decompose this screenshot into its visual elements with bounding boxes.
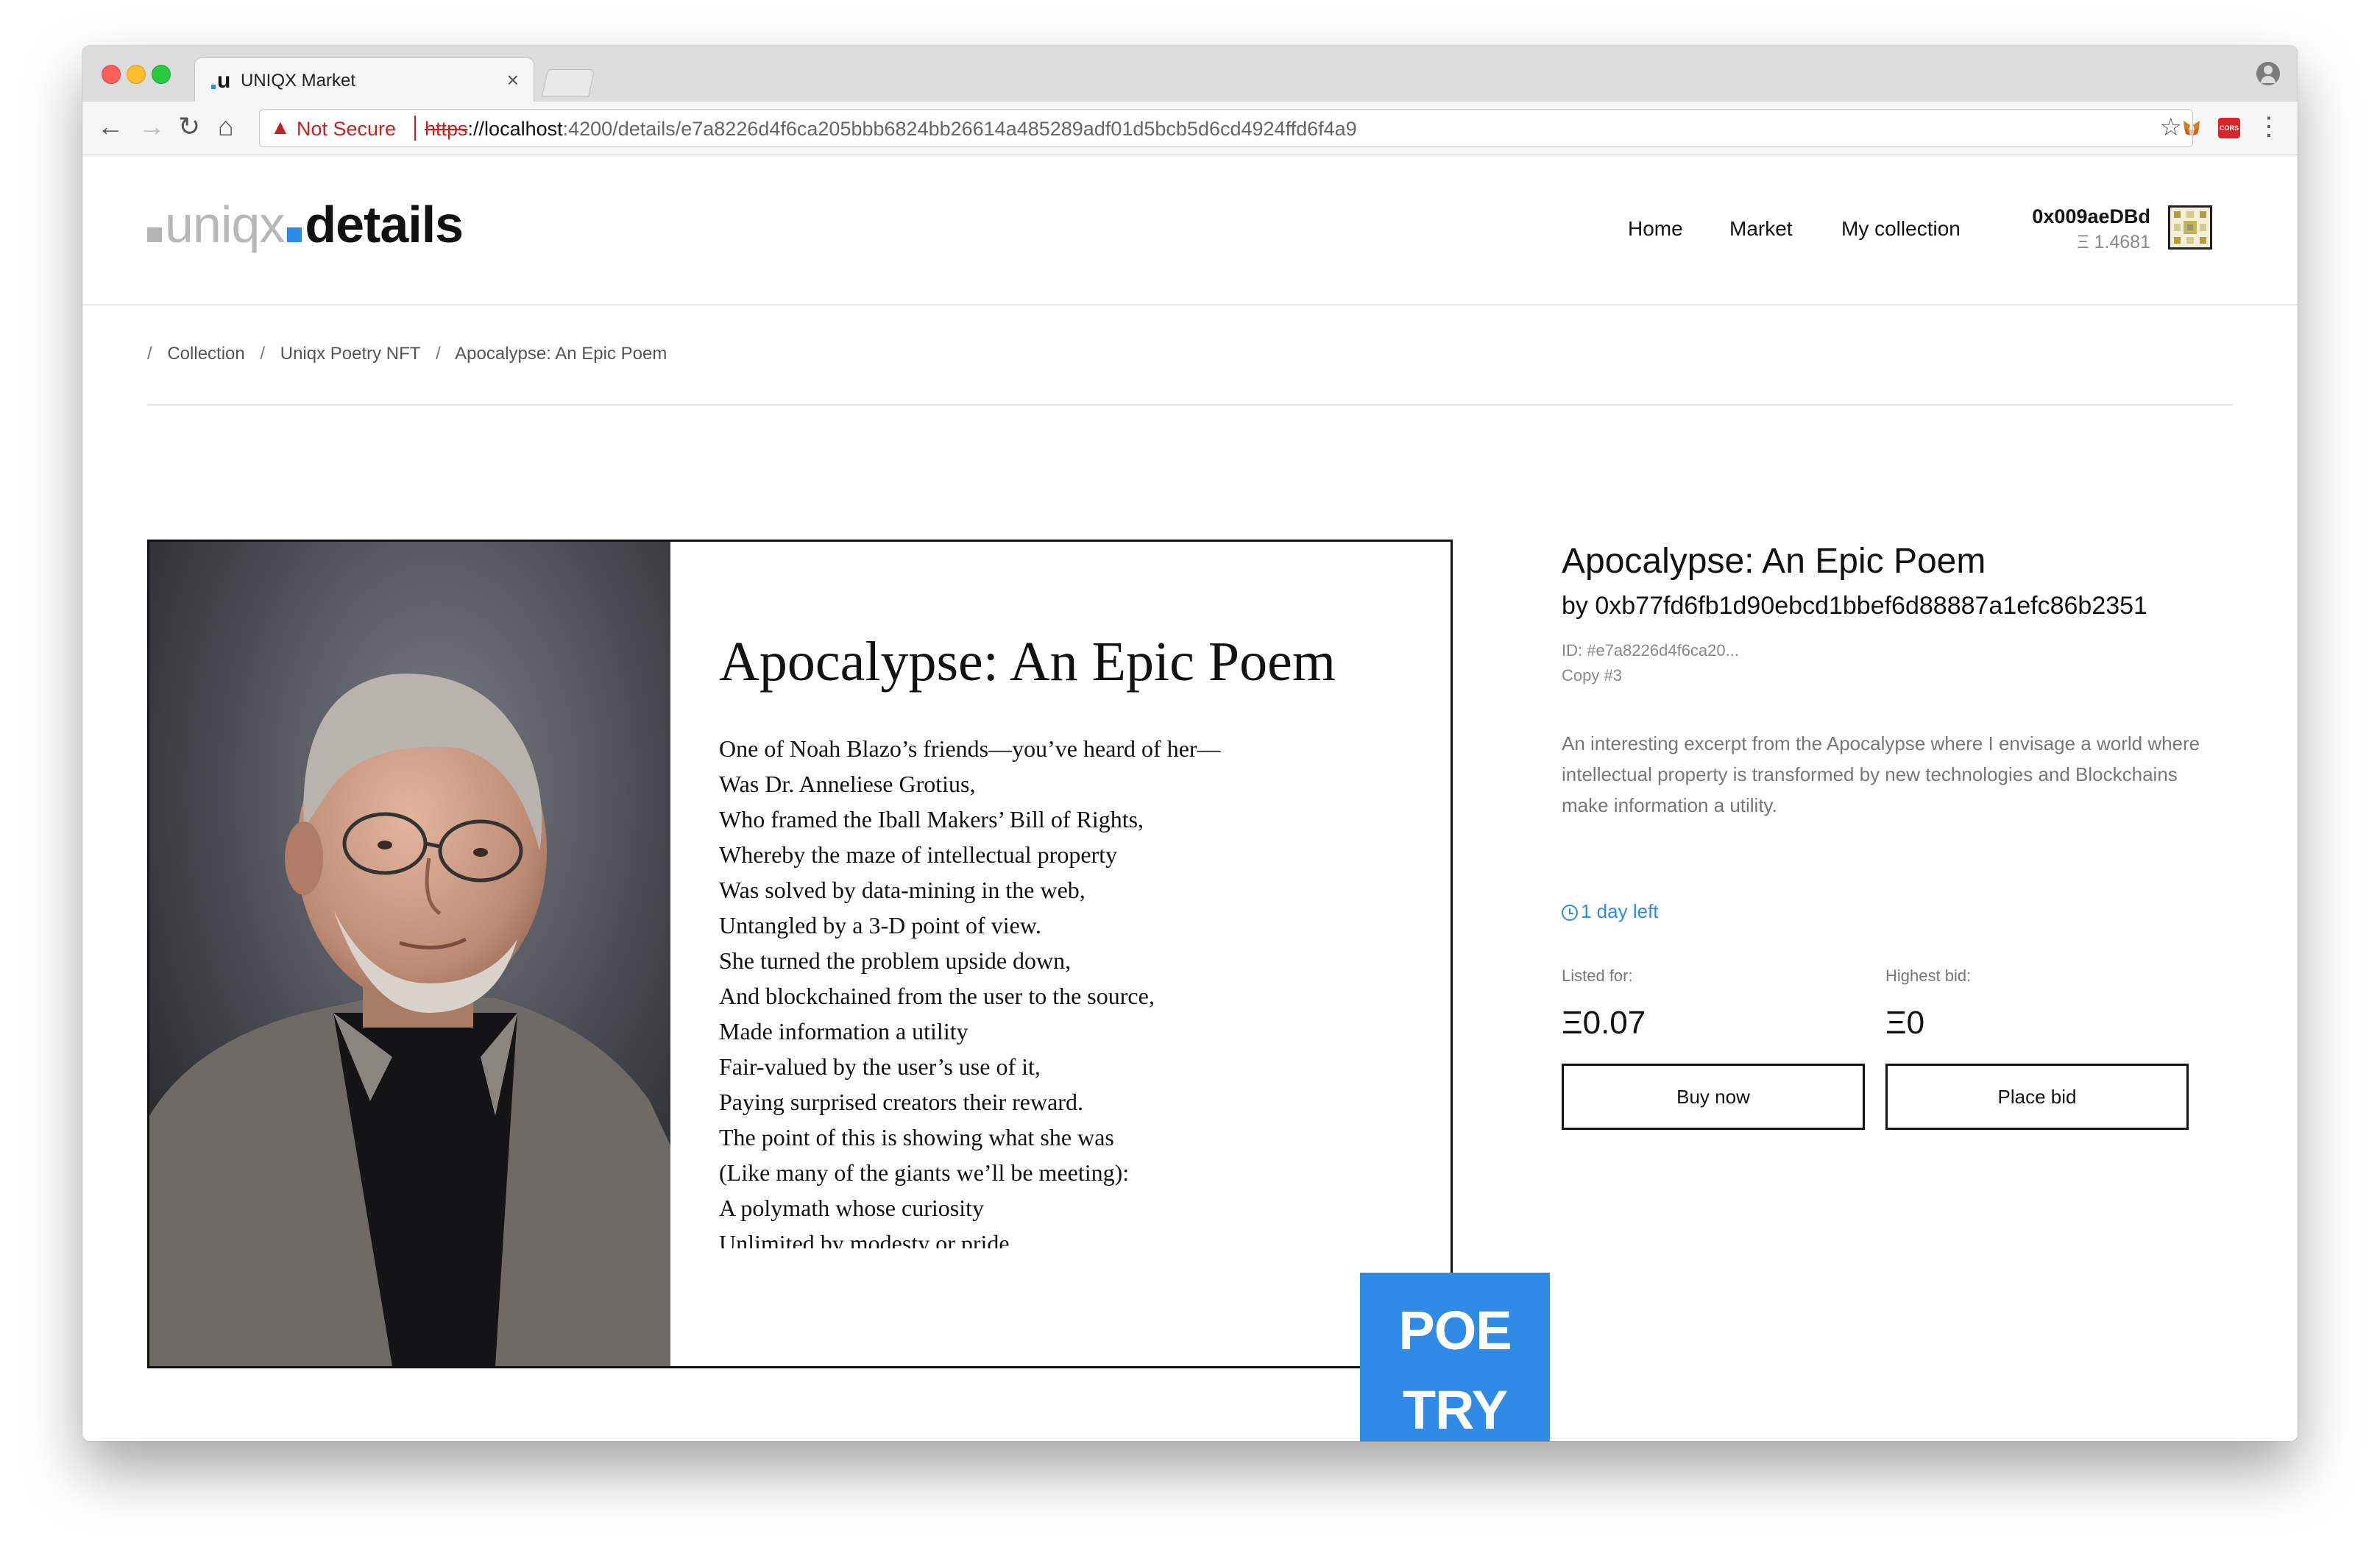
poem-line: Made information a utility bbox=[719, 1018, 968, 1044]
breadcrumb-poetry-nft[interactable]: Uniqx Poetry NFT bbox=[280, 344, 421, 364]
author-portrait bbox=[149, 542, 670, 1366]
poem-line: A polymath whose curiosity bbox=[719, 1195, 984, 1221]
tab-close-icon[interactable]: × bbox=[507, 68, 519, 92]
browser-menu-icon[interactable]: ⋮ bbox=[2256, 113, 2281, 140]
poem-line: Who framed the Iball Makers’ Bill of Rig… bbox=[719, 806, 1144, 832]
poem-line: Untangled by a 3-D point of view. bbox=[719, 912, 1041, 938]
poem-line: Paying surprised creators their reward. bbox=[719, 1089, 1083, 1115]
fullscreen-window-icon[interactable] bbox=[152, 65, 171, 84]
nav-my-collection-link[interactable]: My collection bbox=[1841, 217, 1961, 241]
breadcrumb: / Collection / Uniqx Poetry NFT / Apocal… bbox=[147, 344, 667, 364]
poem-line: Unlimited by modesty or pride bbox=[719, 1230, 1010, 1248]
browser-window: u UNIQX Market × ← → ↻ ⌂ ▲ Not Secure ht… bbox=[82, 46, 2298, 1441]
breadcrumb-divider bbox=[147, 404, 2233, 406]
poem-text: Apocalypse: An Epic Poem One of Noah Bla… bbox=[719, 630, 1425, 1248]
listed-for-label: Listed for: bbox=[1562, 966, 1633, 985]
poem-line: Was Dr. Anneliese Grotius, bbox=[719, 771, 976, 797]
profile-icon[interactable] bbox=[2256, 62, 2280, 85]
metamask-fox-icon[interactable] bbox=[2181, 118, 2202, 138]
poem-line: One of Noah Blazo’s friends—you’ve heard… bbox=[719, 735, 1221, 762]
poetry-category-badge: POE TRY bbox=[1360, 1273, 1550, 1441]
highest-bid-label: Highest bid: bbox=[1885, 966, 1972, 985]
tab-title: UNIQX Market bbox=[241, 71, 356, 91]
wallet-balance: Ξ 1.4681 bbox=[2077, 232, 2150, 252]
poem-line: Fair-valued by the user’s use of it, bbox=[719, 1053, 1041, 1080]
time-left: 1 day left bbox=[1562, 900, 1659, 923]
uniqx-favicon-icon: u bbox=[211, 68, 230, 93]
browser-toolbar: ← → ↻ ⌂ ▲ Not Secure https://localhost:4… bbox=[82, 102, 2298, 155]
poem-line: And blockchained from the user to the so… bbox=[719, 983, 1155, 1009]
browser-tab[interactable]: u UNIQX Market × bbox=[194, 57, 534, 102]
minimize-window-icon[interactable] bbox=[127, 65, 146, 84]
home-icon[interactable]: ⌂ bbox=[218, 112, 234, 141]
bookmark-star-icon[interactable]: ☆ bbox=[2160, 113, 2182, 142]
breadcrumb-current: Apocalypse: An Epic Poem bbox=[455, 344, 667, 364]
token-title: Apocalypse: An Epic Poem bbox=[1562, 542, 1986, 581]
breadcrumb-collection[interactable]: Collection bbox=[167, 344, 244, 364]
forward-arrow-icon[interactable]: → bbox=[138, 112, 165, 141]
token-copy: Copy #3 bbox=[1562, 666, 1622, 685]
token-details: Apocalypse: An Epic Poem by 0xb77fd6fb1d… bbox=[1562, 541, 2224, 1130]
nav-home-link[interactable]: Home bbox=[1628, 217, 1683, 241]
token-creator[interactable]: by 0xb77fd6fb1d90ebcd1bbef6d88887a1efc86… bbox=[1562, 592, 2224, 621]
new-tab-button[interactable] bbox=[541, 69, 595, 97]
page-content: uniqx details Home Market My collection 0… bbox=[82, 155, 2298, 1441]
cors-extension-icon[interactable]: CORS bbox=[2218, 118, 2240, 138]
nav-market-link[interactable]: Market bbox=[1729, 217, 1793, 241]
listed-price: Ξ0.07 bbox=[1562, 1005, 1646, 1041]
poem-title: Apocalypse: An Epic Poem bbox=[719, 631, 1336, 693]
buy-now-button[interactable]: Buy now bbox=[1562, 1064, 1865, 1130]
poem-line: The point of this is showing what she wa… bbox=[719, 1124, 1114, 1150]
wallet-avatar[interactable] bbox=[2168, 205, 2212, 250]
clock-icon bbox=[1562, 905, 1578, 921]
poem-line: Whereby the maze of intellectual propert… bbox=[719, 841, 1118, 868]
artwork-card: Apocalypse: An Epic Poem One of Noah Bla… bbox=[147, 540, 1453, 1368]
warning-icon: ▲ bbox=[270, 116, 291, 138]
tab-strip: u UNIQX Market × bbox=[82, 46, 2298, 102]
back-arrow-icon[interactable]: ← bbox=[97, 112, 124, 141]
not-secure-label[interactable]: Not Secure bbox=[297, 118, 396, 141]
poem-line: She turned the problem upside down, bbox=[719, 947, 1072, 974]
poem-line: Was solved by data-mining in the web, bbox=[719, 877, 1085, 903]
reload-icon[interactable]: ↻ bbox=[178, 112, 200, 141]
address-separator bbox=[414, 116, 416, 141]
token-description: An interesting excerpt from the Apocalyp… bbox=[1562, 732, 2200, 816]
place-bid-button[interactable]: Place bid bbox=[1885, 1064, 2189, 1130]
site-header: uniqx details Home Market My collection 0… bbox=[82, 155, 2298, 305]
poem-line: (Like many of the giants we’ll be meetin… bbox=[719, 1159, 1130, 1186]
url-text[interactable]: https://localhost:4200/details/e7a8226d4… bbox=[425, 118, 1357, 141]
token-id: ID: #e7a8226d4f6ca20... bbox=[1562, 641, 1739, 660]
close-window-icon[interactable] bbox=[102, 65, 121, 84]
highest-bid-value: Ξ0 bbox=[1885, 1005, 1925, 1041]
wallet-address[interactable]: 0x009aeDBd bbox=[2032, 205, 2150, 228]
site-logo[interactable]: uniqx details bbox=[147, 195, 464, 254]
address-bar[interactable]: ▲ Not Secure https://localhost:4200/deta… bbox=[259, 109, 2193, 147]
